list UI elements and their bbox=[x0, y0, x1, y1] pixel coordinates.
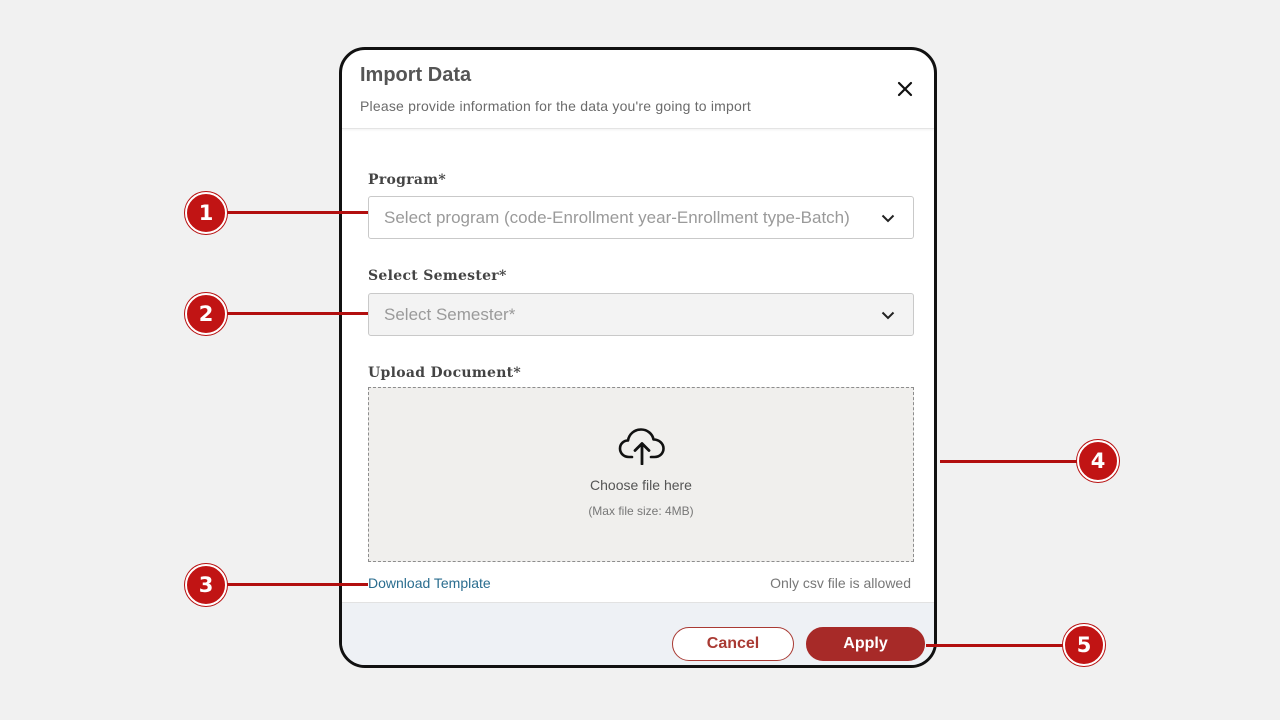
callout-1-leader bbox=[222, 211, 368, 214]
upload-label: Upload Document* bbox=[368, 365, 522, 381]
download-template-link[interactable]: Download Template bbox=[368, 575, 491, 591]
callout-5-leader bbox=[926, 644, 1068, 647]
cloud-upload-icon bbox=[618, 428, 665, 465]
callout-1-badge: 1 bbox=[185, 192, 227, 234]
import-data-modal: Import Data Please provide information f… bbox=[339, 47, 937, 668]
modal-title: Import Data bbox=[360, 64, 472, 86]
program-label: Program* bbox=[368, 172, 447, 188]
modal-header: Import Data Please provide information f… bbox=[342, 50, 934, 129]
program-select[interactable]: Select program (code-Enrollment year-Enr… bbox=[368, 196, 914, 239]
callout-4-leader bbox=[940, 460, 1082, 463]
callout-2-badge: 2 bbox=[185, 293, 227, 335]
csv-only-note: Only csv file is allowed bbox=[770, 575, 911, 591]
callout-4-badge: 4 bbox=[1077, 440, 1119, 482]
cancel-button[interactable]: Cancel bbox=[672, 627, 794, 661]
modal-footer: Cancel Apply bbox=[342, 602, 934, 665]
chevron-down-icon bbox=[881, 214, 895, 223]
callout-3-badge: 3 bbox=[185, 564, 227, 606]
upload-size-hint: (Max file size: 4MB) bbox=[588, 504, 694, 518]
callout-3-leader bbox=[222, 583, 368, 586]
modal-subtitle: Please provide information for the data … bbox=[360, 98, 751, 114]
upload-dropzone[interactable]: Choose file here (Max file size: 4MB) bbox=[368, 387, 914, 562]
program-placeholder: Select program (code-Enrollment year-Enr… bbox=[384, 208, 850, 227]
chevron-down-icon bbox=[881, 311, 895, 320]
semester-select[interactable]: Select Semester* bbox=[368, 293, 914, 336]
close-icon[interactable] bbox=[896, 80, 914, 98]
semester-label: Select Semester* bbox=[368, 268, 507, 284]
upload-prompt: Choose file here bbox=[590, 477, 692, 493]
callout-5-badge: 5 bbox=[1063, 624, 1105, 666]
callout-2-leader bbox=[222, 312, 368, 315]
apply-button[interactable]: Apply bbox=[806, 627, 925, 661]
semester-placeholder: Select Semester* bbox=[384, 305, 516, 324]
